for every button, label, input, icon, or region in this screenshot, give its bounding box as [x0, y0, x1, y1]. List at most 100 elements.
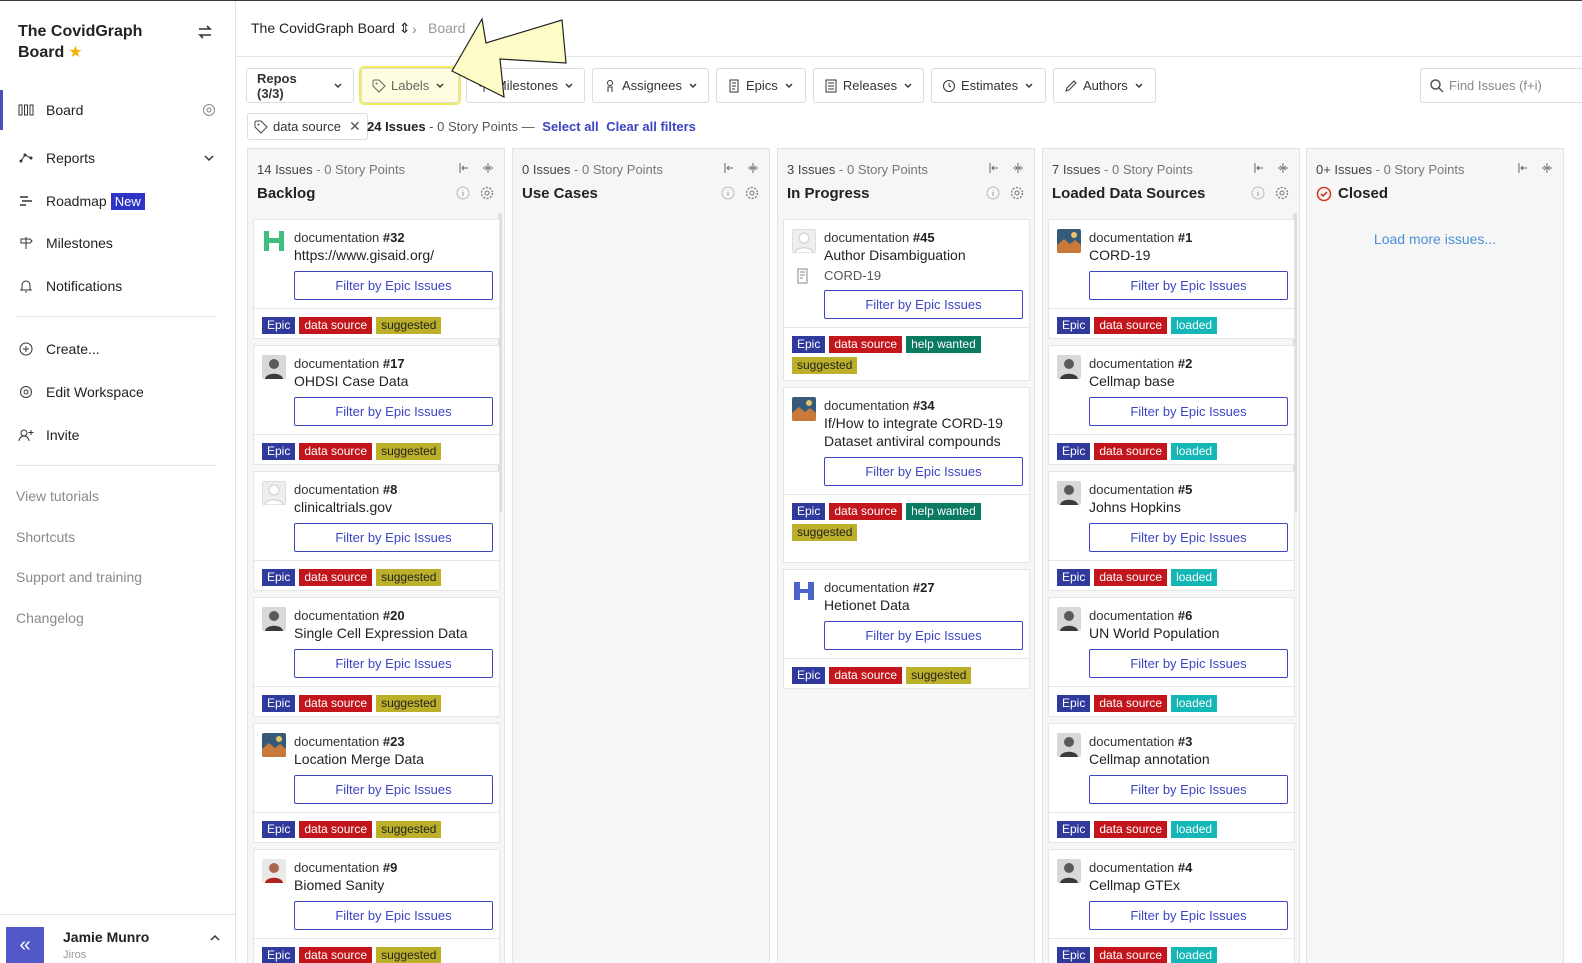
- issue-card[interactable]: documentation #17 OHDSI Case Data Filter b…: [253, 345, 500, 465]
- filter-by-epic-button[interactable]: Filter by Epic Issues: [1089, 901, 1288, 930]
- filter-by-epic-button[interactable]: Filter by Epic Issues: [294, 397, 493, 426]
- filter-by-epic-button[interactable]: Filter by Epic Issues: [1089, 775, 1288, 804]
- issue-number[interactable]: #34: [913, 398, 935, 413]
- filter-by-epic-button[interactable]: Filter by Epic Issues: [294, 901, 493, 930]
- label-tag[interactable]: data source: [299, 569, 373, 586]
- gear-icon[interactable]: [480, 186, 494, 200]
- label-tag[interactable]: data source: [299, 317, 373, 334]
- issue-number[interactable]: #4: [1178, 860, 1192, 875]
- issue-number[interactable]: #45: [913, 230, 935, 245]
- assignees-filter-button[interactable]: Assignees: [592, 68, 709, 103]
- sidebar-item-board[interactable]: Board: [0, 90, 235, 130]
- issue-card[interactable]: documentation #6 UN World Population Filte…: [1048, 597, 1295, 717]
- filter-by-epic-button[interactable]: Filter by Epic Issues: [294, 523, 493, 552]
- filter-by-epic-button[interactable]: Filter by Epic Issues: [294, 649, 493, 678]
- label-tag[interactable]: Epic: [262, 947, 296, 963]
- label-tag[interactable]: Epic: [262, 569, 296, 586]
- filter-by-epic-button[interactable]: Filter by Epic Issues: [1089, 649, 1288, 678]
- expand-column-icon[interactable]: [747, 162, 759, 174]
- issue-card[interactable]: documentation #9 Biomed Sanity Filter by E…: [253, 849, 500, 963]
- label-tag[interactable]: suggested: [792, 524, 858, 541]
- collapse-column-icon[interactable]: [988, 162, 1000, 174]
- chevron-down-icon[interactable]: [201, 150, 217, 166]
- issue-number[interactable]: #20: [383, 608, 405, 623]
- clear-all-filters-link[interactable]: Clear all filters: [606, 119, 696, 134]
- find-issues-input[interactable]: Find Issues (f+i): [1420, 68, 1582, 103]
- issue-card[interactable]: documentation #2 Cellmap base Filter by Ep…: [1048, 345, 1295, 465]
- changelog-link[interactable]: Changelog: [16, 610, 84, 626]
- filter-by-epic-button[interactable]: Filter by Epic Issues: [294, 271, 493, 300]
- gear-icon[interactable]: [1275, 186, 1289, 200]
- issue-title[interactable]: CORD-19: [1089, 246, 1286, 264]
- remove-filter-icon[interactable]: ✕: [349, 118, 361, 135]
- label-tag[interactable]: help wanted: [906, 336, 981, 353]
- filter-by-epic-button[interactable]: Filter by Epic Issues: [1089, 271, 1288, 300]
- label-tag[interactable]: data source: [1094, 443, 1168, 460]
- filter-by-epic-button[interactable]: Filter by Epic Issues: [1089, 397, 1288, 426]
- filter-by-epic-button[interactable]: Filter by Epic Issues: [824, 457, 1023, 486]
- label-tag[interactable]: Epic: [262, 443, 296, 460]
- authors-filter-button[interactable]: Authors: [1053, 68, 1156, 103]
- chevron-up-icon[interactable]: [208, 931, 222, 945]
- active-filter-chip[interactable]: data source ✕: [247, 113, 368, 140]
- issue-card[interactable]: documentation #3 Cellmap annotation Filter…: [1048, 723, 1295, 843]
- issue-number[interactable]: #2: [1178, 356, 1192, 371]
- issue-title[interactable]: UN World Population: [1089, 624, 1286, 642]
- info-icon[interactable]: [456, 186, 470, 200]
- epics-filter-button[interactable]: Epics: [716, 68, 806, 103]
- collapse-column-icon[interactable]: [458, 162, 470, 174]
- collapse-column-icon[interactable]: [723, 162, 735, 174]
- label-tag[interactable]: data source: [829, 503, 903, 520]
- label-tag[interactable]: Epic: [792, 336, 826, 353]
- label-tag[interactable]: data source: [299, 947, 373, 963]
- issue-card[interactable]: documentation #45 Author Disambiguation CO…: [783, 219, 1030, 381]
- label-tag[interactable]: data source: [1094, 695, 1168, 712]
- info-icon[interactable]: [1251, 186, 1265, 200]
- issue-card[interactable]: documentation #32 https://www.gisaid.org/…: [253, 219, 500, 339]
- label-tag[interactable]: suggested: [792, 357, 858, 374]
- issue-title[interactable]: Single Cell Expression Data: [294, 624, 491, 642]
- issue-card[interactable]: documentation #8 clinicaltrials.gov Filter…: [253, 471, 500, 591]
- label-tag[interactable]: Epic: [792, 503, 826, 520]
- estimates-filter-button[interactable]: Estimates: [931, 68, 1046, 103]
- issue-title[interactable]: OHDSI Case Data: [294, 372, 491, 390]
- label-tag[interactable]: data source: [299, 821, 373, 838]
- info-icon[interactable]: [986, 186, 1000, 200]
- issue-title[interactable]: https://www.gisaid.org/: [294, 246, 491, 264]
- star-icon[interactable]: ★: [68, 44, 82, 61]
- sidebar-item-create[interactable]: Create...: [0, 329, 235, 369]
- label-tag[interactable]: loaded: [1171, 443, 1218, 460]
- label-tag[interactable]: Epic: [792, 667, 826, 684]
- sidebar-item-milestones[interactable]: Milestones: [0, 223, 235, 263]
- issue-number[interactable]: #9: [383, 860, 397, 875]
- label-tag[interactable]: data source: [1094, 947, 1168, 963]
- label-tag[interactable]: data source: [1094, 317, 1168, 334]
- workspace-title[interactable]: The CovidGraph Board ★: [18, 21, 178, 63]
- select-all-link[interactable]: Select all: [542, 119, 598, 134]
- label-tag[interactable]: suggested: [376, 569, 442, 586]
- label-tag[interactable]: Epic: [1057, 821, 1091, 838]
- label-tag[interactable]: loaded: [1171, 569, 1218, 586]
- issue-number[interactable]: #6: [1178, 608, 1192, 623]
- label-tag[interactable]: suggested: [376, 695, 442, 712]
- expand-column-icon[interactable]: [1541, 162, 1553, 174]
- collapse-column-icon[interactable]: [1253, 162, 1265, 174]
- issue-title[interactable]: clinicaltrials.gov: [294, 498, 491, 516]
- sidebar-item-roadmap[interactable]: Roadmap New: [0, 181, 235, 221]
- label-tag[interactable]: loaded: [1171, 317, 1218, 334]
- shortcuts-link[interactable]: Shortcuts: [16, 529, 75, 545]
- issue-title[interactable]: If/How to integrate CORD-19 Dataset anti…: [824, 414, 1021, 450]
- sidebar-item-edit-workspace[interactable]: Edit Workspace: [0, 372, 235, 412]
- issue-number[interactable]: #17: [383, 356, 405, 371]
- issue-title[interactable]: Cellmap annotation: [1089, 750, 1286, 768]
- issue-number[interactable]: #27: [913, 580, 935, 595]
- label-tag[interactable]: suggested: [376, 317, 442, 334]
- issue-card[interactable]: documentation #23 Location Merge Data Filt…: [253, 723, 500, 843]
- label-tag[interactable]: loaded: [1171, 947, 1218, 963]
- issue-title[interactable]: Cellmap GTEx: [1089, 876, 1286, 894]
- expand-column-icon[interactable]: [1012, 162, 1024, 174]
- label-tag[interactable]: Epic: [1057, 569, 1091, 586]
- releases-filter-button[interactable]: Releases: [813, 68, 924, 103]
- label-tag[interactable]: suggested: [906, 667, 972, 684]
- sidebar-item-invite[interactable]: Invite: [0, 415, 235, 455]
